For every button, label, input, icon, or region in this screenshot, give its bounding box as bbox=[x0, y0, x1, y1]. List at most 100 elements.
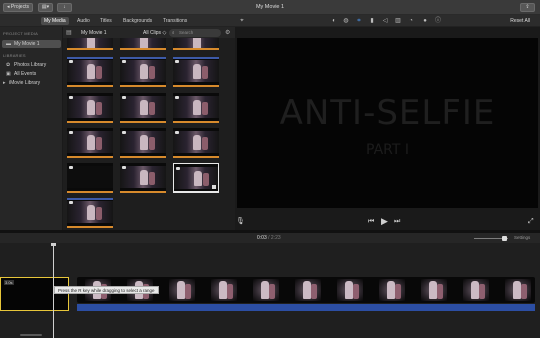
media-browser: ▤ My Movie 1 All Clips ◇ ⌕ Search ⚙ bbox=[63, 27, 235, 230]
clip-thumbnail[interactable] bbox=[67, 93, 113, 123]
clip-thumbnail[interactable] bbox=[120, 38, 166, 50]
window-title: My Movie 1 bbox=[255, 4, 285, 10]
video-camera-icon bbox=[69, 96, 73, 99]
preview-title-text: ANTI-SELFIE bbox=[279, 93, 496, 133]
clip-thumbnail[interactable] bbox=[67, 57, 113, 87]
filmstrip-frame bbox=[329, 277, 371, 303]
filmstrip-frame bbox=[371, 277, 413, 303]
disclosure-triangle-icon[interactable]: ▸ bbox=[3, 79, 6, 87]
search-placeholder: Search bbox=[179, 30, 194, 35]
sidebar-item-imovie-library[interactable]: ▸ iMovie Library bbox=[2, 79, 61, 87]
audio-waveform-track[interactable] bbox=[77, 304, 535, 311]
selection-marker-icon bbox=[212, 185, 216, 189]
video-camera-icon bbox=[122, 166, 126, 169]
video-camera-icon bbox=[69, 201, 73, 204]
color-balance-icon[interactable]: ◐ bbox=[330, 17, 338, 25]
zoom-slider-handle[interactable] bbox=[502, 236, 507, 241]
horizontal-scrollbar[interactable] bbox=[20, 334, 42, 336]
timeline[interactable]: 3.0s Press the R key while dragging to s… bbox=[0, 243, 540, 338]
clip-filter-icon[interactable]: ● bbox=[421, 17, 429, 25]
filmstrip-frame bbox=[497, 277, 535, 303]
color-correction-icon[interactable]: ◍ bbox=[342, 17, 350, 25]
settings-button[interactable]: Settings bbox=[514, 235, 530, 240]
clip-thumbnail[interactable] bbox=[67, 128, 113, 158]
tab-backgrounds[interactable]: Backgrounds bbox=[120, 17, 155, 25]
video-camera-icon bbox=[175, 60, 179, 63]
sidebar-toggle-icon[interactable]: ▤ bbox=[66, 29, 72, 36]
clip-thumbnail[interactable] bbox=[67, 38, 113, 50]
search-input[interactable]: ⌕ Search bbox=[169, 29, 221, 37]
clip-thumbnail[interactable] bbox=[173, 128, 219, 158]
timecode: 0:03 / 2:23 bbox=[257, 235, 281, 241]
filmstrip-frame bbox=[161, 277, 203, 303]
tab-titles[interactable]: Titles bbox=[97, 17, 115, 25]
viewer: ANTI-SELFIE PART I 🎙︎ ⏮︎ ▶ ⏭︎ ⤢ bbox=[235, 27, 540, 230]
search-icon: ⌕ bbox=[172, 30, 175, 35]
tab-audio[interactable]: Audio bbox=[74, 17, 93, 25]
video-camera-icon bbox=[175, 96, 179, 99]
clip-thumbnail[interactable] bbox=[120, 163, 166, 193]
crop-icon[interactable]: ⌗ bbox=[355, 17, 363, 25]
clips-filter-dropdown[interactable]: All Clips ◇ bbox=[143, 30, 166, 36]
play-icon[interactable]: ▶ bbox=[381, 217, 388, 226]
magic-wand-icon[interactable]: ⌖ bbox=[238, 17, 246, 25]
clip-thumbnail[interactable] bbox=[120, 57, 166, 87]
info-icon[interactable]: ⓘ bbox=[434, 17, 442, 25]
video-camera-icon bbox=[69, 166, 73, 169]
sidebar-item-photos-library[interactable]: ✿ Photos Library bbox=[2, 61, 61, 69]
clip-thumbnail[interactable] bbox=[67, 198, 113, 228]
reset-all-button[interactable]: Reset All bbox=[510, 17, 530, 25]
timeline-header: 0:03 / 2:23 Settings bbox=[0, 233, 540, 243]
clip-thumbnail[interactable] bbox=[173, 57, 219, 87]
video-camera-icon bbox=[69, 60, 73, 63]
share-icon: ⇪ bbox=[525, 4, 530, 10]
tooltip: Press the R key while dragging to select… bbox=[54, 286, 159, 294]
clip-thumbnail[interactable] bbox=[120, 128, 166, 158]
filmstrip-frame bbox=[203, 277, 245, 303]
filmstrip-frame bbox=[245, 277, 287, 303]
video-camera-icon bbox=[122, 60, 126, 63]
speed-icon[interactable]: ◔ bbox=[407, 17, 415, 25]
tab-my-media[interactable]: My Media bbox=[41, 17, 69, 25]
video-camera-icon bbox=[69, 131, 73, 134]
clip-thumbnail[interactable] bbox=[120, 93, 166, 123]
video-preview[interactable]: ANTI-SELFIE PART I bbox=[237, 38, 538, 208]
library-sidebar: PROJECT MEDIA ▬ My Movie 1 LIBRARIES ✿ P… bbox=[0, 27, 63, 230]
sidebar-item-all-events[interactable]: ▣ All Events bbox=[2, 70, 61, 78]
clip-thumbnail[interactable] bbox=[173, 93, 219, 123]
clip-thumbnail-selected[interactable] bbox=[173, 163, 219, 193]
clip-thumbnail[interactable] bbox=[67, 163, 113, 193]
filmstrip-frame bbox=[413, 277, 455, 303]
browser-header: ▤ My Movie 1 All Clips ◇ ⌕ Search ⚙ bbox=[63, 27, 235, 38]
share-button[interactable]: ⇪ bbox=[520, 3, 535, 12]
photos-icon: ✿ bbox=[6, 62, 11, 68]
film-icon: ▬ bbox=[6, 41, 11, 47]
tab-transitions[interactable]: Transitions bbox=[160, 17, 190, 25]
sidebar-item-label: Photos Library bbox=[14, 62, 47, 68]
previous-icon[interactable]: ⏮︎ bbox=[368, 218, 374, 226]
noise-reduction-icon[interactable]: ▥ bbox=[394, 17, 402, 25]
clip-thumbnail[interactable] bbox=[173, 38, 219, 50]
volume-icon[interactable]: ◁ bbox=[381, 17, 389, 25]
title-bar: ◂ Projects ▤▾ ↓ My Movie 1 ⇪ bbox=[0, 0, 540, 15]
libraries-heading: LIBRARIES bbox=[3, 53, 26, 58]
project-media-heading: PROJECT MEDIA bbox=[3, 31, 38, 36]
sidebar-item-label: My Movie 1 bbox=[14, 41, 40, 47]
microphone-icon[interactable]: 🎙︎ bbox=[236, 218, 245, 226]
sidebar-item-label: iMovie Library bbox=[9, 80, 41, 86]
media-toolbar: My Media Audio Titles Backgrounds Transi… bbox=[0, 15, 540, 27]
total-time: 2:23 bbox=[270, 235, 281, 241]
gear-icon[interactable]: ⚙ bbox=[225, 29, 230, 36]
fullscreen-icon[interactable]: ⤢ bbox=[528, 218, 534, 226]
stabilization-icon[interactable]: ▮ bbox=[368, 17, 376, 25]
browser-title: My Movie 1 bbox=[81, 30, 107, 36]
sidebar-item-label: All Events bbox=[14, 71, 37, 77]
title-clip-duration: 3.0s bbox=[4, 280, 14, 285]
next-icon[interactable]: ⏭︎ bbox=[394, 218, 400, 226]
video-camera-icon bbox=[175, 131, 179, 134]
filmstrip-frame bbox=[287, 277, 329, 303]
preview-subtitle-text: PART I bbox=[366, 142, 409, 158]
video-camera-icon bbox=[176, 167, 180, 170]
video-camera-icon bbox=[122, 131, 126, 134]
sidebar-item-my-movie[interactable]: ▬ My Movie 1 bbox=[2, 40, 61, 48]
